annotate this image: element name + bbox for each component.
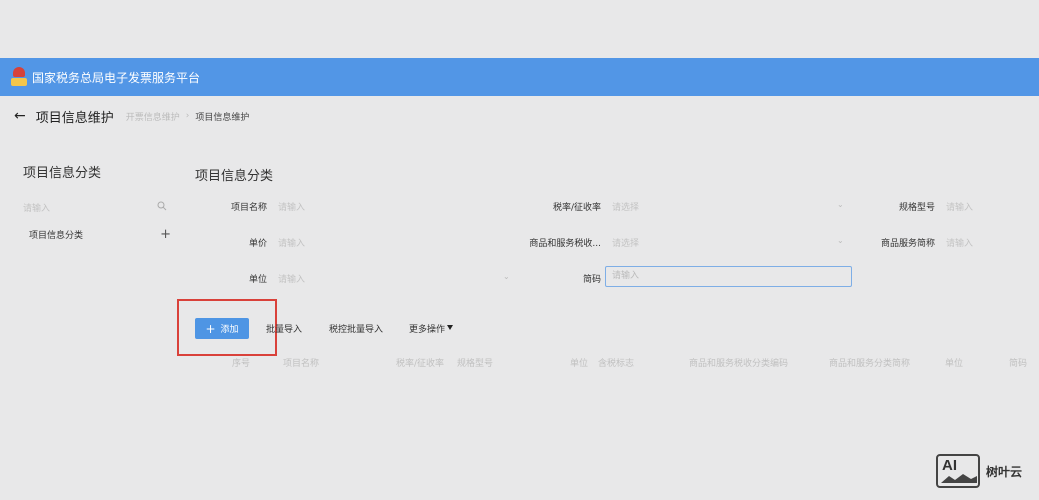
batch-import-button[interactable]: 批量导入: [266, 322, 302, 335]
breadcrumb-item-current: 项目信息维护: [195, 112, 250, 123]
tax-rate-label: 税率/征收率: [552, 203, 601, 213]
item-name-input[interactable]: 请输入: [278, 200, 305, 213]
main-section-title: 项目信息分类: [195, 169, 274, 184]
watermark-logo: AI 树叶云: [936, 454, 1022, 488]
service-abbr-input[interactable]: 请输入: [946, 236, 973, 249]
watermark-text: 树叶云: [986, 464, 1023, 479]
add-button-label: 添加: [220, 325, 239, 335]
item-name-label: 项目名称: [230, 203, 267, 213]
plus-icon: +: [205, 321, 216, 336]
unit-label: 单位: [248, 275, 267, 285]
breadcrumb-separator-icon: ›: [185, 111, 190, 121]
short-code-label: 简码: [582, 275, 601, 285]
caret-down-icon: [447, 325, 454, 330]
tax-rate-select[interactable]: 请选择: [612, 200, 639, 213]
spec-model-input[interactable]: 请输入: [946, 200, 973, 213]
service-abbr-label: 商品服务简称: [880, 239, 935, 249]
table-header-cell: 单位: [570, 359, 589, 369]
tax-code-select[interactable]: 请选择: [612, 236, 639, 249]
table-header-cell: 规格型号: [457, 359, 494, 369]
more-actions-button[interactable]: 更多操作: [409, 322, 454, 335]
top-header-bar: 国家税务总局电子发票服务平台: [0, 58, 1039, 96]
table-header-cell: 含税标志: [598, 359, 635, 369]
table-header-cell: 税率/征收率: [396, 359, 445, 369]
table-header-cell: 商品和服务税收分类编码: [689, 359, 789, 369]
page-title: 项目信息维护: [35, 110, 114, 126]
sidebar-search-input[interactable]: 请输入: [23, 198, 167, 216]
app-title: 国家税务总局电子发票服务平台: [32, 70, 201, 85]
ai-badge-icon: AI: [936, 454, 980, 488]
tax-bureau-emblem-icon: [10, 67, 28, 87]
sidebar-title: 项目信息分类: [23, 166, 102, 181]
add-button[interactable]: + 添加: [195, 318, 249, 339]
short-code-input[interactable]: 请输入: [605, 266, 852, 287]
page-titlebar: ← 项目信息维护 开票信息维护 › 项目信息维护: [14, 106, 249, 126]
arrow-left-icon[interactable]: ←: [14, 108, 26, 124]
tax-control-batch-import-button[interactable]: 税控批量导入: [329, 322, 383, 335]
sidebar-item-project-category[interactable]: 项目信息分类 +: [29, 227, 171, 242]
table-header-cell: 项目名称: [283, 359, 320, 369]
breadcrumb-item-invoice-info[interactable]: 开票信息维护: [126, 110, 180, 123]
tax-code-label: 商品和服务税收...: [529, 239, 601, 249]
sidebar-item-label: 项目信息分类: [29, 231, 84, 241]
spec-model-label: 规格型号: [898, 203, 935, 213]
table-header-cell: 简码: [1009, 359, 1028, 369]
unit-price-input[interactable]: 请输入: [278, 236, 305, 249]
more-actions-label: 更多操作: [409, 325, 446, 335]
table-header-cell: 商品和服务分类简称: [829, 359, 911, 369]
sidebar-search-placeholder: 请输入: [23, 203, 51, 214]
unit-select[interactable]: 请输入: [278, 272, 305, 285]
table-header-cell: 序号: [232, 359, 251, 369]
unit-price-label: 单价: [248, 239, 267, 249]
table-header-cell: 单位: [945, 359, 964, 369]
